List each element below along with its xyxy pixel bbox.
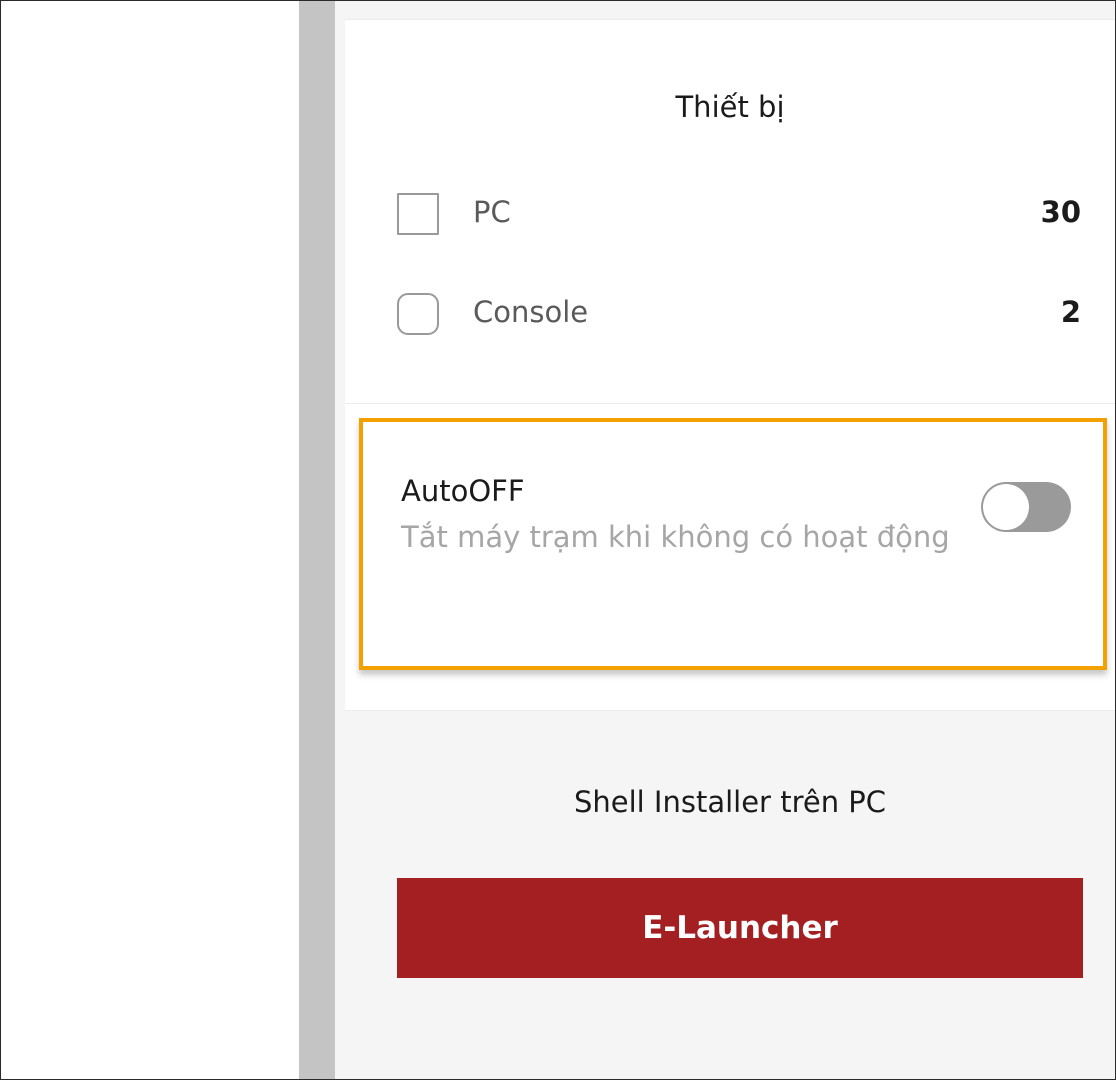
autooff-section: AutoOFF Tắt máy trạm khi không có hoạt đ… xyxy=(345,404,1115,711)
console-checkbox[interactable] xyxy=(397,293,439,335)
pc-label: PC xyxy=(473,195,511,229)
pc-checkbox[interactable] xyxy=(397,193,439,235)
device-row-pc[interactable]: PC 30 xyxy=(397,193,1081,235)
autooff-description: Tắt máy trạm khi không có hoạt động xyxy=(401,520,950,554)
autooff-toggle[interactable] xyxy=(981,482,1071,532)
left-pane xyxy=(1,1,299,1079)
console-label: Console xyxy=(473,295,589,329)
console-count: 2 xyxy=(1060,295,1081,329)
toggle-knob xyxy=(983,484,1029,530)
device-section: Thiết bị PC 30 Console 2 xyxy=(345,19,1115,404)
filter-panel: Thiết bị PC 30 Console 2 AutoOFF Tắt máy… xyxy=(345,1,1115,1079)
pc-count: 30 xyxy=(1040,195,1081,229)
panel-gutter xyxy=(335,1,345,1079)
e-launcher-button[interactable]: E-Launcher xyxy=(397,878,1083,978)
device-row-console[interactable]: Console 2 xyxy=(397,293,1081,335)
installer-section-title: Shell Installer trên PC xyxy=(573,785,887,819)
scrollbar-track[interactable] xyxy=(299,1,335,1079)
autooff-highlight-box: AutoOFF Tắt máy trạm khi không có hoạt đ… xyxy=(359,418,1107,670)
autooff-title: AutoOFF xyxy=(401,474,525,508)
device-section-title: Thiết bị xyxy=(675,90,785,124)
